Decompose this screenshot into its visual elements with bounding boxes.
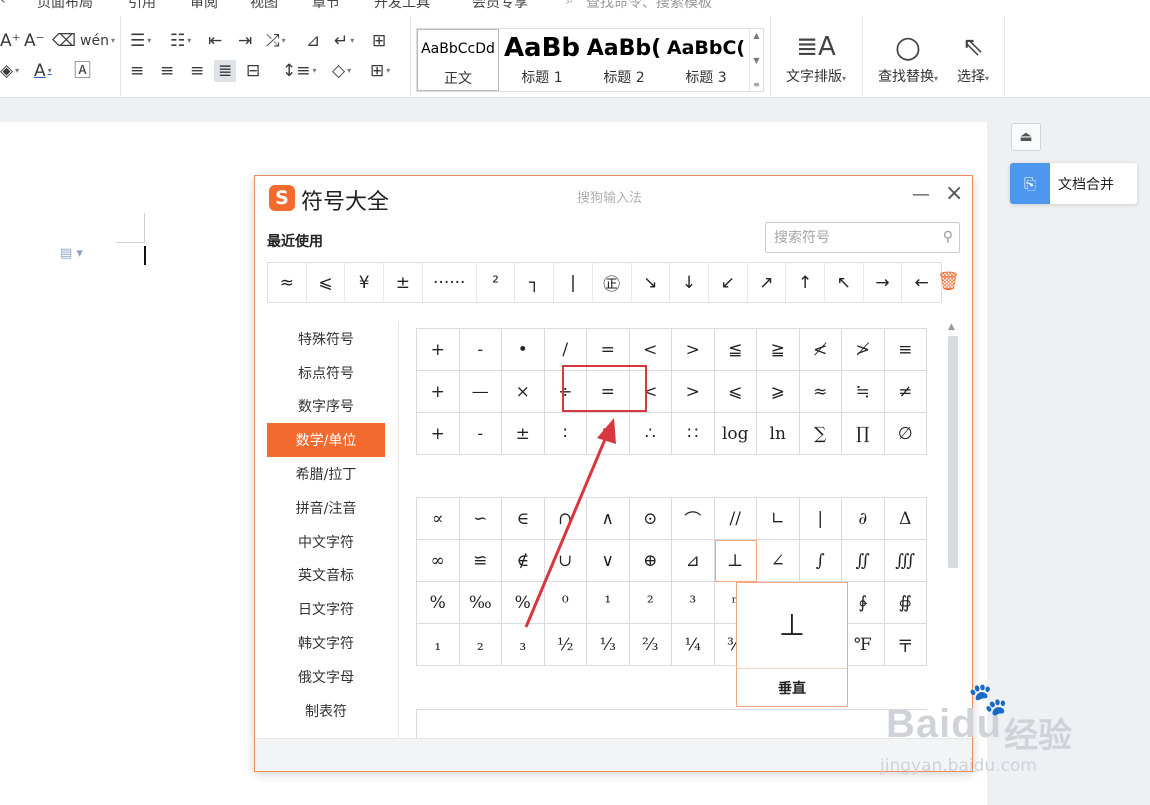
tooltip-symbol: ⊥ <box>737 583 847 669</box>
baidu-watermark: 🐾 Baidu 经验 jingyan.baidu.com <box>880 680 1140 790</box>
watermark-brand: Baidu <box>886 702 1003 746</box>
symbol-tooltip: ⊥ 垂直 <box>736 582 848 707</box>
watermark-url: jingyan.baidu.com <box>880 756 1037 776</box>
tooltip-name: 垂直 <box>778 681 806 697</box>
watermark-cn: 经验 <box>1004 716 1072 756</box>
